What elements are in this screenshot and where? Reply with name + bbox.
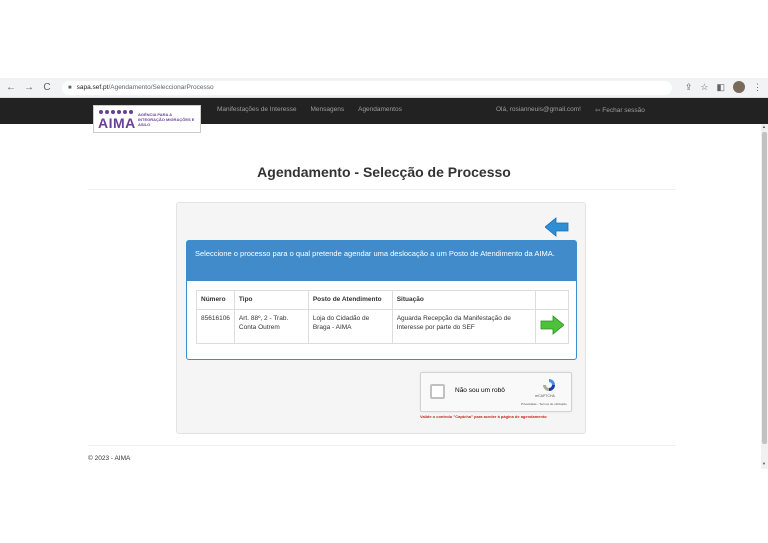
cell-numero: 85616106 xyxy=(196,309,235,344)
cell-posto: Loja do Cidadão de Braga - AIMA xyxy=(307,309,393,344)
content-well: Seleccione o processo para o qual preten… xyxy=(176,202,586,434)
profile-avatar[interactable] xyxy=(733,81,745,93)
scroll-thumb[interactable] xyxy=(762,132,767,444)
cell-action xyxy=(535,309,569,344)
browser-menu-icon[interactable]: ⋮ xyxy=(753,82,762,93)
nav-manifestacoes[interactable]: Manifestações de Interesse xyxy=(217,106,297,113)
forward-icon[interactable]: → xyxy=(22,81,36,95)
aima-logo[interactable]: AIMA AGÊNCIA PARA A INTEGRAÇÃO MIGRAÇÕES… xyxy=(93,105,201,133)
recaptcha-label: Não sou um robô xyxy=(455,387,505,394)
logout-link[interactable]: ⇦ Fechar sessão xyxy=(595,106,645,114)
address-bar[interactable]: ■ sapa.sef.pt/Agendamento/SeleccionarPro… xyxy=(62,80,672,95)
bookmark-star-icon[interactable]: ☆ xyxy=(700,82,708,93)
user-nav: Olá, rosianneuis@gmail.com! ⇦ Fechar ses… xyxy=(496,106,645,114)
browser-toolbar: ← → C ■ sapa.sef.pt/Agendamento/Seleccio… xyxy=(0,78,768,98)
col-posto: Posto de Atendimento xyxy=(307,290,393,310)
recaptcha-checkbox[interactable] xyxy=(430,384,445,399)
col-action xyxy=(535,290,569,310)
logo-word: AIMA xyxy=(98,115,136,131)
page-scrollbar[interactable]: ▲ ▼ xyxy=(761,124,768,469)
sidebar-icon[interactable]: ◧ xyxy=(716,82,725,93)
panel-heading: Seleccione o processo para o qual preten… xyxy=(187,241,576,281)
logo-dots-icon xyxy=(99,110,133,114)
page-title: Agendamento - Selecção de Processo xyxy=(257,164,511,180)
recaptcha-links[interactable]: Privacidade - Termos de utilização xyxy=(521,402,567,406)
back-icon[interactable]: ← xyxy=(4,81,18,95)
recaptcha-logo-icon xyxy=(543,379,555,391)
logout-icon: ⇦ xyxy=(595,107,601,114)
cell-situacao: Aguarda Recepção da Manifestação de Inte… xyxy=(391,309,537,344)
cell-tipo: Art. 88º, 2 - Trab. Conta Outrem xyxy=(233,309,309,344)
recaptcha-brand: reCAPTCHA xyxy=(535,394,555,398)
footer-text: © 2023 - AIMA xyxy=(88,455,131,462)
url-path: /Agendamento/SeleccionarProcesso xyxy=(108,84,214,91)
site-header: AIMA AGÊNCIA PARA A INTEGRAÇÃO MIGRAÇÕES… xyxy=(0,98,768,133)
recaptcha-widget: Não sou um robô reCAPTCHA Privacidade - … xyxy=(420,372,572,412)
back-arrow-icon[interactable] xyxy=(545,217,569,237)
user-greeting-link[interactable]: Olá, rosianneuis@gmail.com! xyxy=(496,106,581,114)
share-icon[interactable]: ⇪ xyxy=(685,82,693,93)
process-table: Número Tipo Posto de Atendimento Situaçã… xyxy=(196,290,569,344)
nav-agendamentos[interactable]: Agendamentos xyxy=(358,106,402,113)
main-nav: Manifestações de Interesse Mensagens Age… xyxy=(217,106,402,113)
url-host: sapa.sef.pt xyxy=(76,84,109,91)
col-situacao: Situação xyxy=(391,290,537,310)
nav-mensagens[interactable]: Mensagens xyxy=(311,106,345,113)
col-numero: Número xyxy=(196,290,235,310)
captcha-warning: Valide o controlo "Captcha" para aceder … xyxy=(420,414,547,419)
col-tipo: Tipo xyxy=(233,290,309,310)
logout-label: Fechar sessão xyxy=(602,107,645,114)
select-process-arrow-icon[interactable] xyxy=(540,315,565,335)
logo-tagline: AGÊNCIA PARA A INTEGRAÇÃO MIGRAÇÕES E AS… xyxy=(138,112,195,127)
browser-actions: ⇪ ☆ ◧ ⋮ xyxy=(685,81,762,93)
scroll-up-icon[interactable]: ▲ xyxy=(762,124,766,129)
process-panel: Seleccione o processo para o qual preten… xyxy=(186,240,577,360)
scroll-down-icon[interactable]: ▼ xyxy=(762,461,766,466)
table-header-row: Número Tipo Posto de Atendimento Situaçã… xyxy=(196,290,569,310)
table-row[interactable]: 85616106 Art. 88º, 2 - Trab. Conta Outre… xyxy=(196,309,569,344)
title-divider xyxy=(88,189,676,190)
reload-icon[interactable]: C xyxy=(40,81,54,95)
footer-divider xyxy=(88,445,676,446)
lock-icon: ■ xyxy=(68,84,72,91)
